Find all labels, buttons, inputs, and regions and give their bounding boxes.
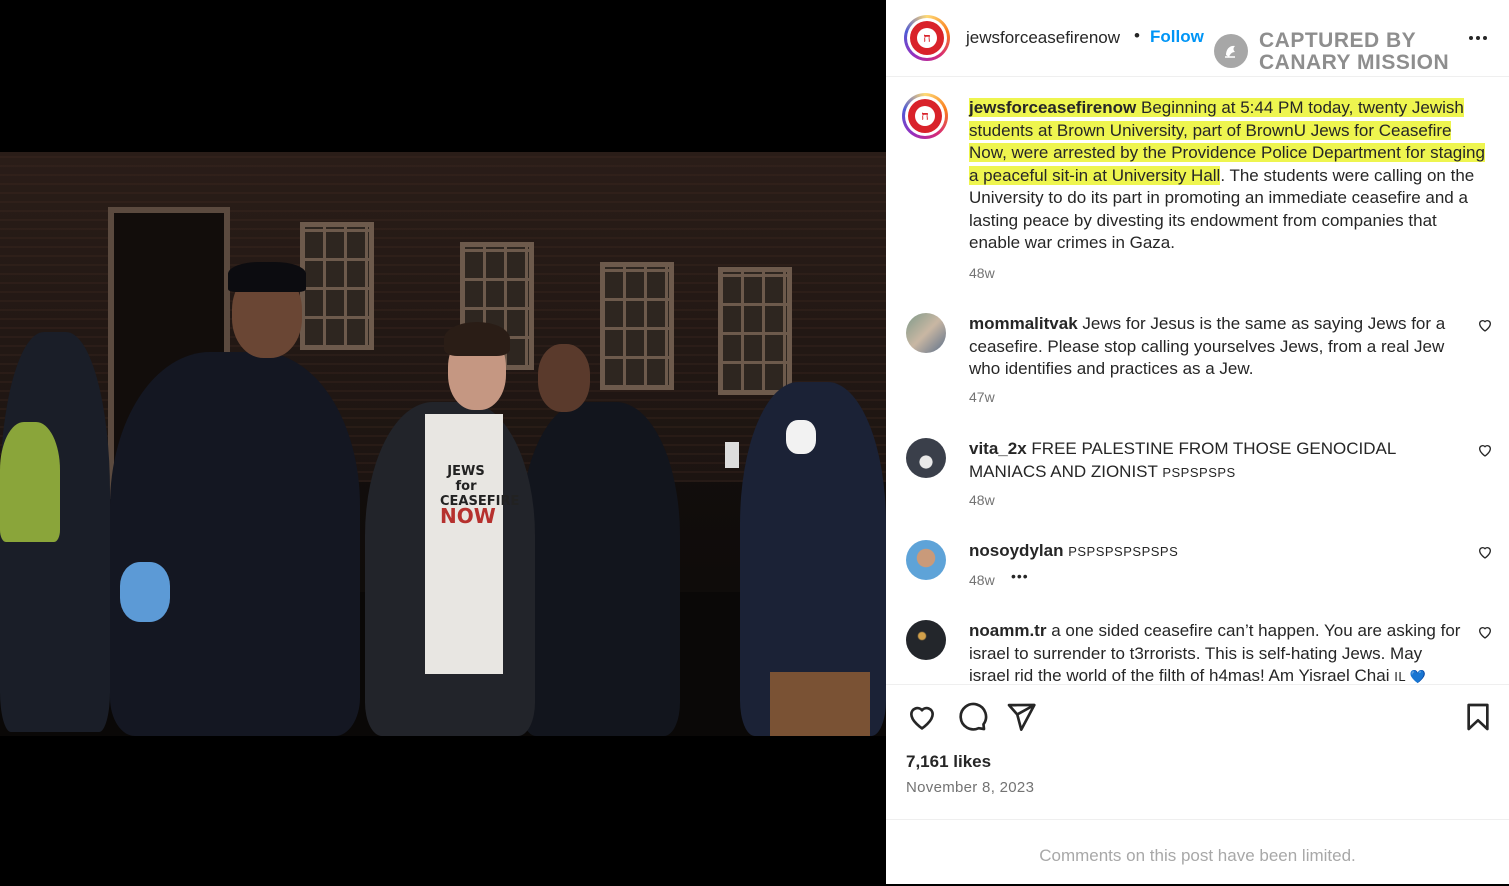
comment-avatar[interactable] (906, 540, 946, 580)
comment-time[interactable]: 47w (969, 389, 995, 405)
comment-icon[interactable] (956, 701, 988, 733)
comment-avatar[interactable] (906, 438, 946, 478)
avatar[interactable]: ח (904, 15, 950, 61)
comment-more-icon[interactable]: ••• (1011, 568, 1029, 584)
comment-suffix: IL 💙 (1394, 669, 1427, 684)
comments-limited-text: Comments on this post have been limited. (1039, 846, 1356, 865)
post-header: ח jewsforceasefirenow • Follow CAPTURED … (886, 0, 1509, 77)
post-details-panel: ח jewsforceasefirenow • Follow CAPTURED … (886, 0, 1509, 884)
caption-avatar[interactable]: ח (902, 93, 948, 139)
more-horizontal-icon[interactable] (1466, 26, 1490, 50)
caption-time[interactable]: 48w (969, 265, 995, 281)
comments-scroll-area[interactable]: ח jewsforceasefirenow Beginning at 5:44 … (886, 77, 1509, 684)
heart-icon[interactable] (1477, 317, 1493, 333)
watermark-line2: CANARY MISSION (1259, 51, 1450, 74)
watermark-line1: CAPTURED BY (1259, 29, 1417, 52)
comment-time[interactable]: 48w (969, 492, 995, 508)
comment-time[interactable]: 48w (969, 572, 995, 588)
comment-avatar[interactable] (906, 313, 946, 353)
canary-bird-icon (1214, 34, 1248, 68)
comments-limited-notice: Comments on this post have been limited. (886, 819, 1509, 886)
comment-username[interactable]: vita_2x (969, 439, 1027, 458)
comment-suffix: PSPSPSPSPSPS (1068, 544, 1179, 559)
post-actions: 7,161 likes November 8, 2023 Comments on… (886, 684, 1509, 885)
canary-mission-watermark: CAPTURED BY CANARY MISSION (1214, 29, 1474, 74)
follow-button[interactable]: Follow (1150, 27, 1204, 47)
comment-username[interactable]: mommalitvak (969, 314, 1078, 333)
caption-username[interactable]: jewsforceasefirenow (969, 98, 1136, 117)
header-separator: • (1134, 26, 1140, 45)
comment-username[interactable]: nosoydylan (969, 541, 1063, 560)
comment-username[interactable]: noamm.tr (969, 621, 1046, 640)
chai-icon: ח (915, 106, 935, 126)
comment-suffix: PSPSPSPS (1162, 464, 1236, 480)
post-media: JEWS for CEASEFIRE NOW (0, 0, 886, 884)
heart-icon[interactable] (1477, 544, 1493, 560)
bookmark-icon[interactable] (1462, 701, 1494, 733)
post-date[interactable]: November 8, 2023 (906, 779, 1034, 796)
post-photo[interactable]: JEWS for CEASEFIRE NOW (0, 152, 886, 736)
heart-icon[interactable] (906, 701, 938, 733)
chai-icon: ח (917, 28, 937, 48)
heart-icon[interactable] (1477, 624, 1493, 640)
likes-count[interactable]: 7,161 likes (906, 752, 991, 772)
heart-icon[interactable] (1477, 442, 1493, 458)
header-username[interactable]: jewsforceasefirenow (966, 28, 1120, 48)
share-icon[interactable] (1005, 701, 1037, 733)
jfcn-logo: ח (910, 21, 944, 55)
comment-avatar[interactable] (906, 620, 946, 660)
